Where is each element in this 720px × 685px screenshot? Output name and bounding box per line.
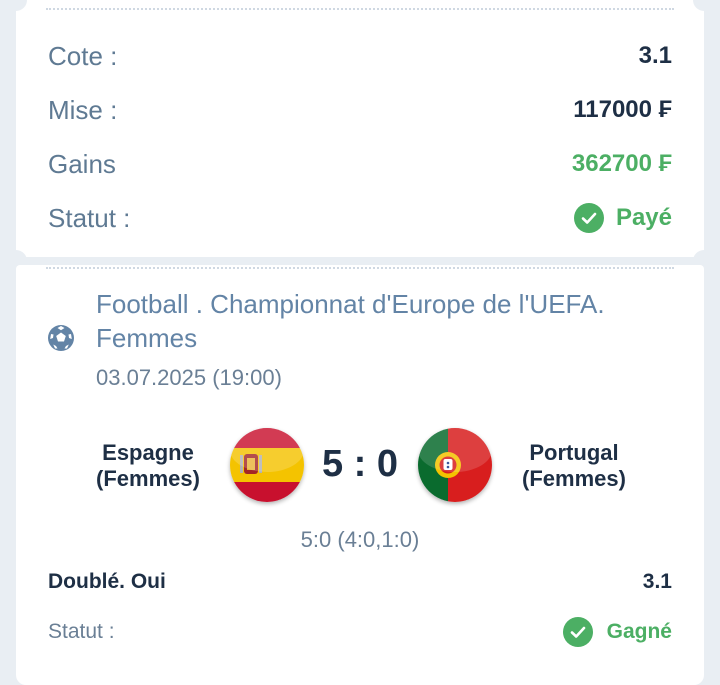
winnings-value: 362700 ₣: [571, 150, 672, 177]
dotted-divider: [46, 267, 674, 269]
status-value: Payé: [615, 204, 672, 231]
stake-label: Mise :: [48, 94, 118, 125]
pick-odds: 3.1: [642, 570, 672, 593]
match-status-label: Statut :: [48, 620, 115, 643]
match-status-badge: Gagné: [562, 617, 672, 647]
stake-value: 117000 ₣: [573, 96, 672, 123]
soccer-ball-icon: [46, 323, 76, 358]
stake-row: Mise : 117000 ₣: [48, 92, 672, 128]
odds-row: Cote : 3.1: [48, 38, 672, 74]
home-team-name: Espagne (Femmes): [96, 440, 200, 491]
status-row: Statut : Payé: [48, 200, 672, 236]
check-circle-icon: [573, 203, 604, 233]
pick-row: Doublé. Oui 3.1: [48, 570, 672, 594]
match-score: 5 : 0: [321, 443, 399, 485]
match-datetime: 03.07.2025 (19:00): [96, 365, 282, 390]
bet-summary-card: Cote : 3.1 Mise : 117000 ₣ Gains 362700 …: [16, 0, 704, 257]
portugal-flag-icon: [418, 428, 492, 502]
event-title[interactable]: Football . Championnat d'Europe de l'UEF…: [96, 287, 676, 355]
match-card: Football . Championnat d'Europe de l'UEF…: [16, 265, 704, 685]
match-status-row: Statut : Gagné: [48, 617, 672, 647]
spain-flag-icon: [230, 428, 304, 502]
detailed-score: 5:0 (4:0,1:0): [300, 527, 420, 552]
away-team-name: Portugal (Femmes): [522, 440, 626, 491]
status-label: Statut :: [48, 202, 131, 233]
check-circle-icon: [562, 617, 593, 647]
status-badge: Payé: [573, 203, 672, 233]
match-status-value: Gagné: [606, 620, 672, 643]
winnings-row: Gains 362700 ₣: [48, 146, 672, 182]
odds-label: Cote :: [48, 40, 118, 71]
odds-value: 3.1: [638, 42, 672, 69]
winnings-label: Gains: [48, 148, 116, 179]
dotted-divider: [46, 8, 674, 10]
pick-label: Doublé. Oui: [48, 570, 166, 593]
